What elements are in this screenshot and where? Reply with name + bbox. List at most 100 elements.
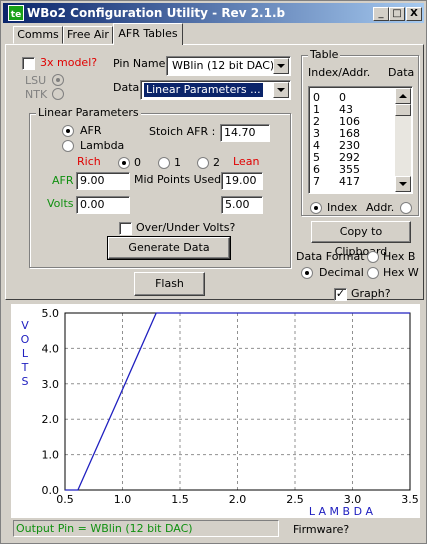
mid-points-1-label: 1 [174,156,181,169]
index-addr-header: Index/Addr. [308,66,371,79]
list-item[interactable]: 2 106 [313,116,360,127]
minimize-icon: _ [378,8,384,19]
scroll-down-button[interactable] [395,176,411,192]
addr-radio[interactable] [400,202,412,214]
mid-points-0-radio[interactable] [118,157,130,169]
maximize-button[interactable]: □ [389,7,405,21]
stoich-afr-input[interactable]: 14.70 [220,124,270,142]
decimal-radio[interactable] [301,267,313,279]
index-label: Index [327,201,358,214]
graph-label: Graph? [351,287,391,300]
mid-points-2-label: 2 [213,156,220,169]
list-item[interactable]: 5 292 [313,152,360,163]
list-item[interactable]: 1 43 [313,104,353,115]
afr-row-label: AFR [52,174,74,187]
afr-rich-input[interactable]: 9.00 [76,172,130,190]
close-icon: X [410,8,418,19]
volts-rich-input[interactable]: 0.00 [76,196,130,214]
y-tick-label: 3.0 [42,378,60,391]
y-axis-label-letter: O [21,333,30,346]
over-under-volts-checkbox[interactable] [119,222,132,235]
lambda-radio-label: Lambda [80,139,125,152]
list-item[interactable]: 3 168 [313,128,360,139]
arrow-down-icon [399,182,407,186]
scroll-thumb[interactable] [395,104,411,116]
lsu-radio [52,74,64,86]
hex-w-radio[interactable] [367,267,379,279]
pin-name-value: WBlin (12 bit DAC) [172,59,275,72]
chevron-down-icon[interactable] [273,58,289,74]
3x-model-label: 3x model? [40,56,98,69]
main-window: te WBo2 Configuration Utility - Rev 2.1.… [0,0,427,544]
tab-comms[interactable]: Comms [13,26,63,44]
lsu-label: LSU [25,74,47,87]
x-tick-label: 2.0 [229,493,247,506]
data-label: Data [113,81,140,94]
window-title: WBo2 Configuration Utility - Rev 2.1.b [27,6,286,20]
mid-points-1-radio[interactable] [158,157,170,169]
table-group-label: Table [308,48,341,61]
hex-b-label: Hex B [383,250,416,263]
y-axis-label-letter: S [22,375,29,388]
data-select[interactable]: Linear Parameters ... [140,80,291,100]
output-pin-status: Output Pin = WBlin (12 bit DAC) [13,520,279,537]
data-header: Data [388,66,415,79]
afr-radio[interactable] [62,125,74,137]
title-bar[interactable]: te WBo2 Configuration Utility - Rev 2.1.… [3,3,424,23]
hex-w-label: Hex W [383,266,419,279]
afr-lean-input[interactable]: 19.00 [221,172,263,190]
generate-data-button[interactable]: Generate Data [107,236,231,260]
maximize-icon: □ [392,8,402,19]
chart-svg: 0.5 1.0 1.5 2.0 2.5 3.0 3.50.01.02.03.04.05.0L… [21,307,419,518]
table-scrollbar[interactable] [395,88,411,192]
tab-afr-tables[interactable]: AFR Tables [113,23,183,45]
close-button[interactable]: X [406,7,422,21]
pin-name-label: Pin Name [113,57,166,70]
data-select-value: Linear Parameters ... [144,83,263,97]
linear-parameters-label: Linear Parameters [36,106,141,119]
lambda-radio[interactable] [62,140,74,152]
pin-name-select[interactable]: WBlin (12 bit DAC) [166,56,291,76]
x-tick-label: 1.5 [171,493,189,506]
y-tick-label: 2.0 [42,413,60,426]
3x-model-checkbox[interactable] [22,57,35,70]
volts-lean-input[interactable]: 5.00 [221,196,263,214]
lambda-volts-chart: 0.5 1.0 1.5 2.0 2.5 3.0 3.5 0.0 1.0 2.0 3.0 4.0 5.0 L… [11,304,420,518]
x-tick-label: 1.0 [114,493,132,506]
mid-points-label: Mid Points Used? [134,173,227,186]
list-item[interactable]: 00 [313,92,346,103]
rich-label: Rich [77,155,101,168]
y-axis-label-letter: L [22,347,29,360]
chevron-down-icon[interactable] [273,82,289,98]
table-listbox[interactable]: 00 1 43 2 106 3 168 4 230 5 292 6 355 7 417 [308,86,413,194]
afr-radio-label: AFR [80,124,102,137]
list-item[interactable]: 4 230 [313,140,360,151]
x-axis-label: L A M B D A [309,505,374,518]
svg-text:te: te [11,10,21,20]
ntk-label: NTK [25,88,48,101]
graph-checkbox[interactable]: ✓ [334,288,347,301]
ntk-radio [52,88,64,100]
hex-b-radio[interactable] [367,251,379,263]
mid-points-2-radio[interactable] [197,157,209,169]
stoich-afr-label: Stoich AFR : [149,125,216,138]
data-format-label: Data Format : [296,250,372,263]
mid-points-0-label: 0 [134,156,141,169]
y-tick-label: 0.0 [42,484,60,497]
y-axis-label-letter: T [21,361,29,374]
flash-button[interactable]: Flash [134,272,205,296]
y-tick-label: 5.0 [42,307,60,320]
index-radio[interactable] [310,202,322,214]
y-axis-label-letter: V [21,319,29,332]
over-under-volts-label: Over/Under Volts? [136,221,236,234]
y-tick-label: 4.0 [42,342,60,355]
copy-to-clipboard-button[interactable]: Copy to Clipboard [311,221,411,258]
x-tick-label: 2.5 [286,493,304,506]
list-item[interactable]: 6 355 [313,164,360,175]
scroll-up-button[interactable] [395,88,411,104]
list-item[interactable]: 7 417 [313,176,360,187]
lean-label: Lean [233,155,260,168]
minimize-button[interactable]: _ [373,7,389,21]
decimal-label: Decimal [319,266,364,279]
tab-free-air[interactable]: Free Air [63,26,113,44]
